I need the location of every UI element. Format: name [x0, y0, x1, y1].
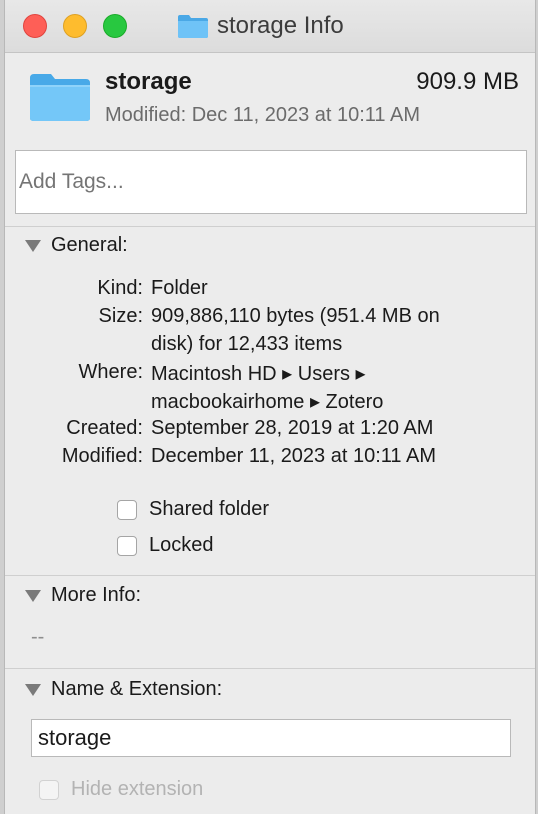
- locked-label: Locked: [149, 534, 214, 556]
- disclosure-triangle-icon[interactable]: [25, 683, 41, 696]
- created-label: Created:: [66, 417, 143, 439]
- item-header: storage 909.9 MB Modified: Dec 11, 2023 …: [5, 52, 535, 144]
- kind-value: Folder: [151, 277, 208, 299]
- hide-extension-checkbox[interactable]: [39, 779, 59, 800]
- where-value-line2: macbookairhome ▸ Zotero: [151, 391, 384, 413]
- name-field[interactable]: [31, 719, 511, 757]
- close-button[interactable]: [23, 14, 47, 38]
- kind-label: Kind:: [97, 277, 143, 299]
- info-window: storage Info storage 909.9 MB Modified: …: [4, 0, 536, 814]
- folder-icon: [29, 72, 91, 122]
- locked-checkbox-row[interactable]: Locked: [117, 534, 214, 557]
- section-divider: [5, 226, 535, 227]
- item-name: storage: [105, 68, 192, 95]
- shared-folder-label: Shared folder: [149, 498, 270, 520]
- item-size: 909.9 MB: [416, 68, 519, 95]
- disclosure-triangle-icon[interactable]: [25, 239, 41, 252]
- more-info-section-title: More Info:: [51, 584, 142, 606]
- disclosure-triangle-icon[interactable]: [25, 589, 41, 602]
- window-title: storage Info: [177, 11, 344, 41]
- shared-folder-checkbox-row[interactable]: Shared folder: [117, 498, 269, 521]
- tags-input[interactable]: [15, 150, 527, 214]
- window-title-text: storage Info: [217, 12, 344, 39]
- more-info-value: --: [31, 626, 45, 648]
- hide-extension-checkbox-row[interactable]: Hide extension: [39, 778, 203, 801]
- where-label: Where:: [78, 361, 143, 383]
- shared-folder-checkbox[interactable]: [117, 499, 137, 520]
- section-divider: [5, 668, 535, 669]
- general-section-title: General:: [51, 234, 128, 256]
- more-info-section-toggle[interactable]: More Info:: [25, 584, 141, 607]
- zoom-button[interactable]: [103, 14, 127, 38]
- size-value: 909,886,110 bytes (951.4 MB on: [151, 305, 440, 327]
- where-value: Macintosh HD ▸ Users ▸: [151, 363, 366, 385]
- general-section-toggle[interactable]: General:: [25, 234, 128, 257]
- name-extension-section-toggle[interactable]: Name & Extension:: [25, 678, 222, 701]
- size-value-line2: disk) for 12,433 items: [151, 333, 343, 355]
- folder-icon: [177, 13, 209, 39]
- title-bar[interactable]: storage Info: [5, 0, 535, 53]
- modified-value: December 11, 2023 at 10:11 AM: [151, 445, 436, 467]
- item-modified: Modified: Dec 11, 2023 at 10:11 AM: [105, 104, 421, 126]
- minimize-button[interactable]: [63, 14, 87, 38]
- created-value: September 28, 2019 at 1:20 AM: [151, 417, 434, 439]
- name-extension-section-title: Name & Extension:: [51, 678, 223, 700]
- hide-extension-label: Hide extension: [71, 778, 204, 800]
- locked-checkbox[interactable]: [117, 535, 137, 556]
- section-divider: [5, 575, 535, 576]
- modified-label: Modified:: [61, 445, 143, 467]
- size-label: Size:: [98, 305, 143, 327]
